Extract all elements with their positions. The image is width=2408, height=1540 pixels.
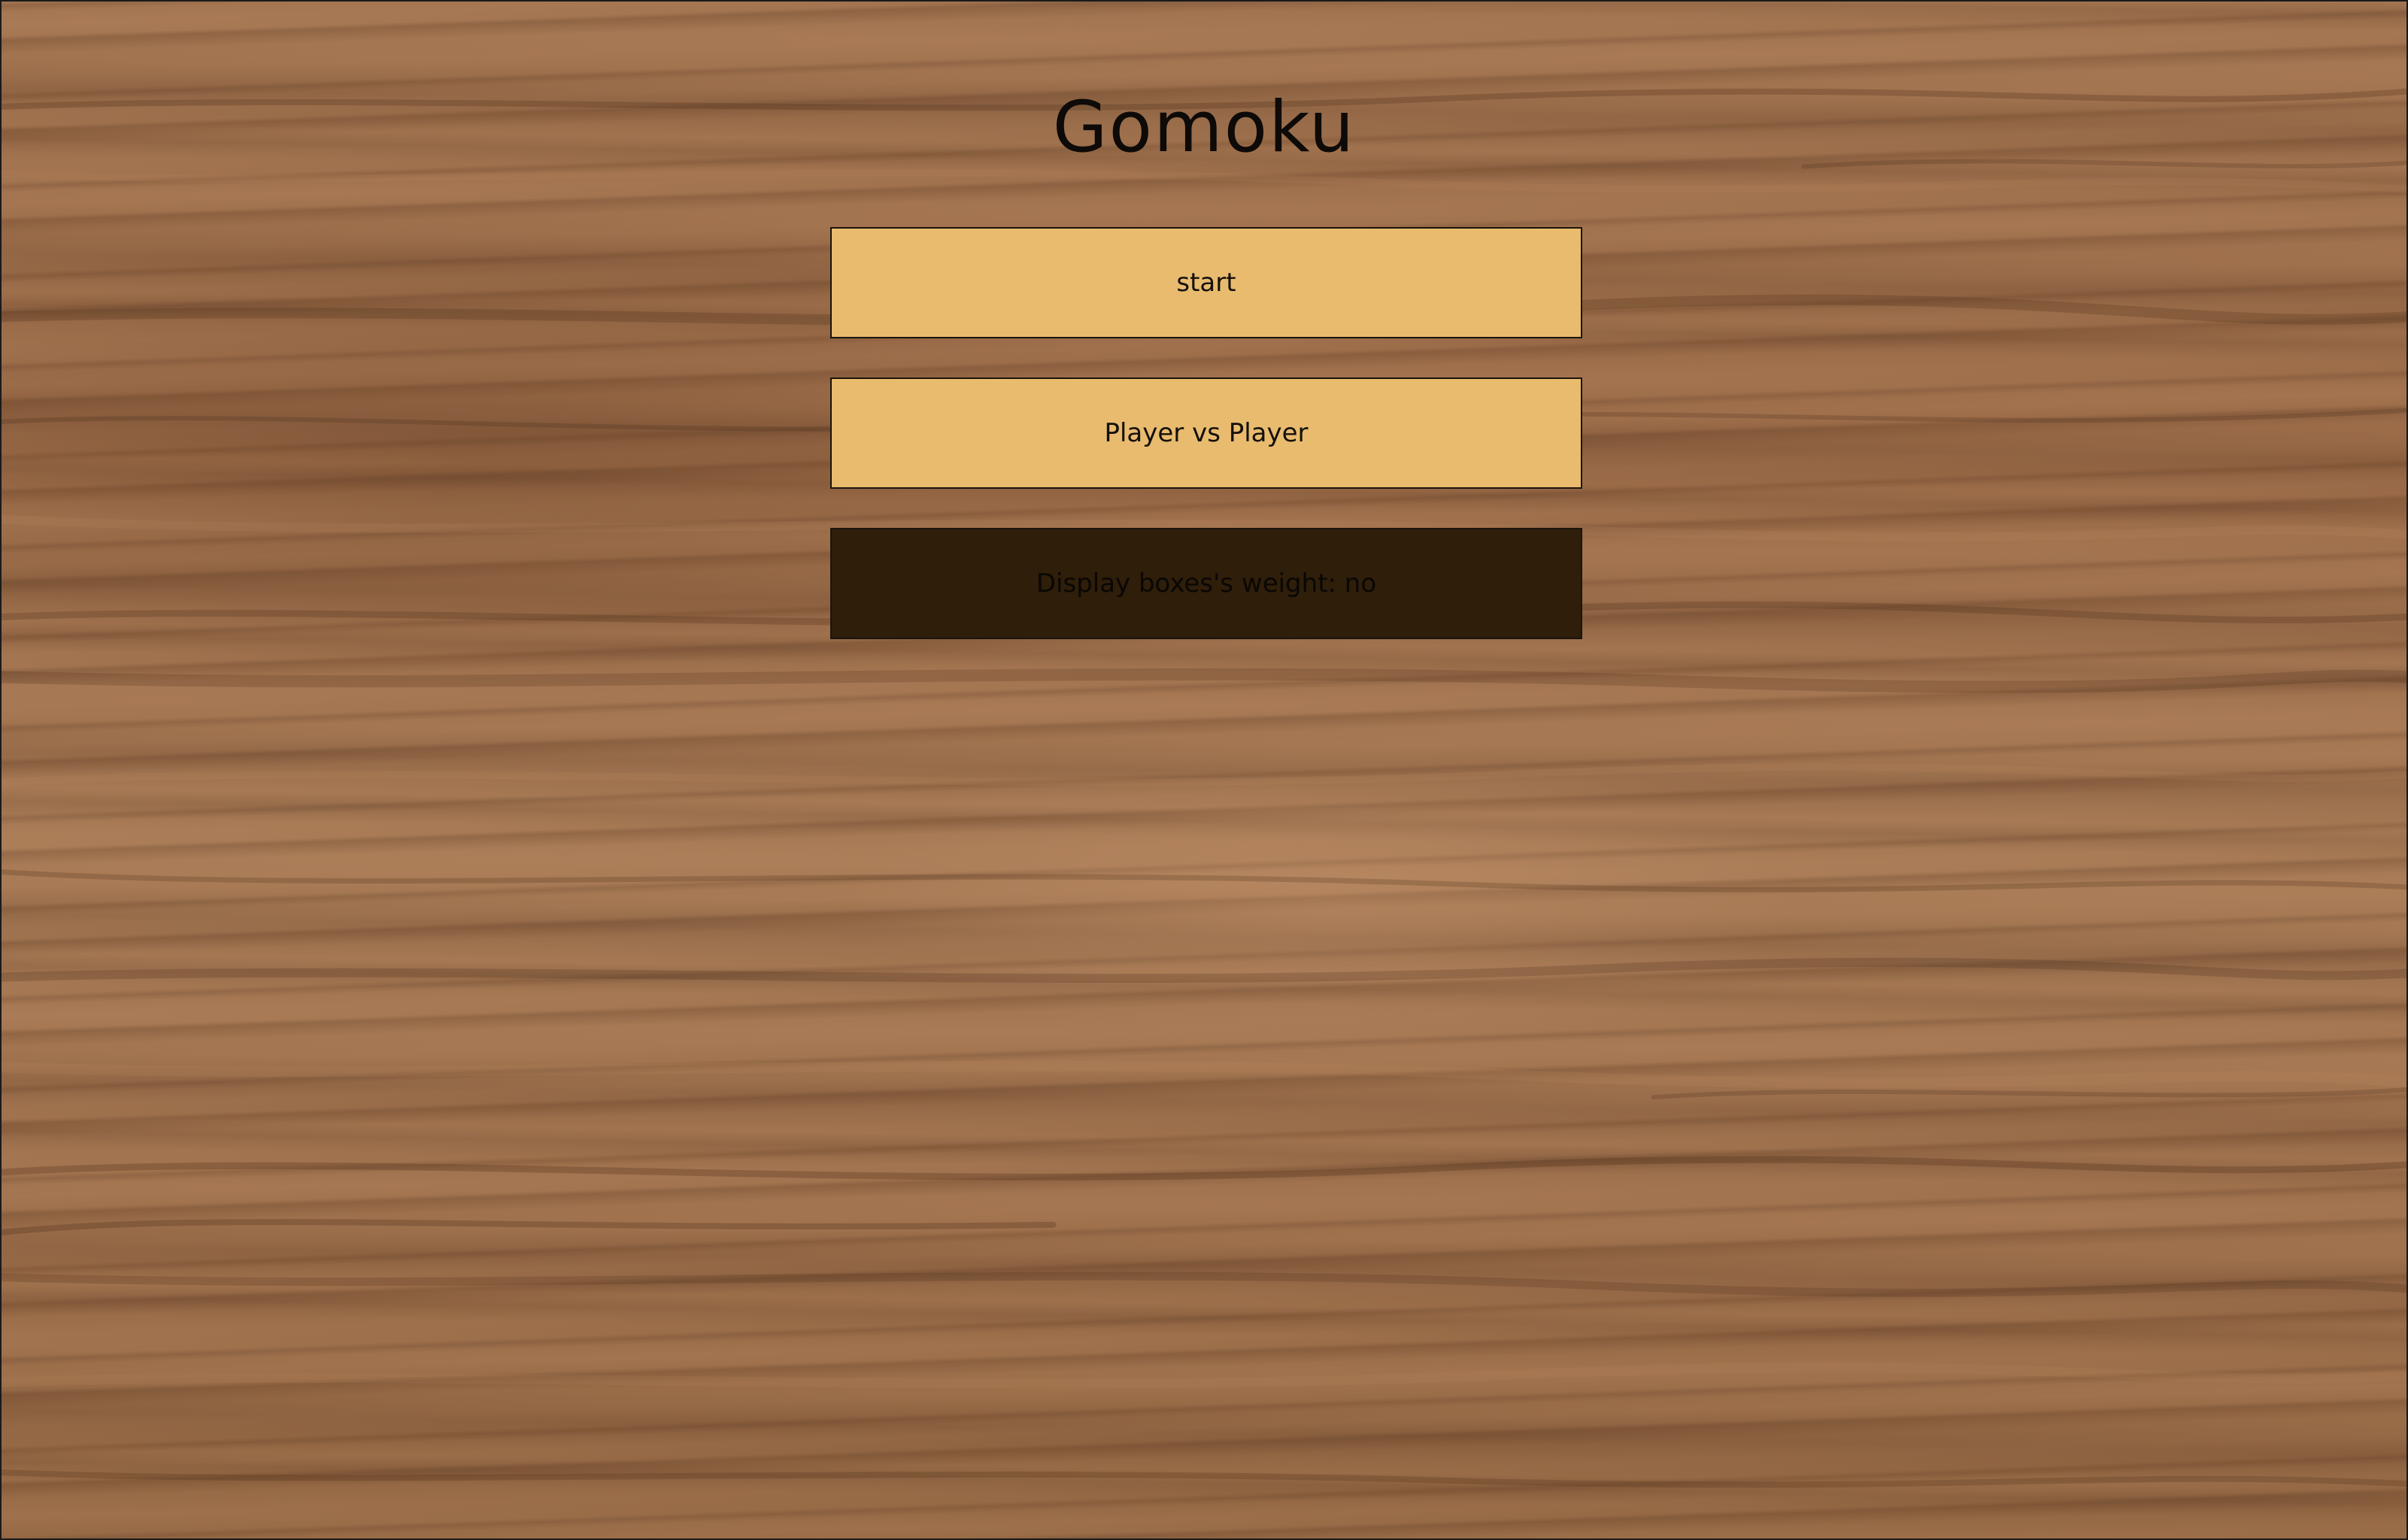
wood-background: Gomoku start Player vs Player Display bo… <box>0 0 2408 1540</box>
game-mode-button[interactable]: Player vs Player <box>830 377 1582 489</box>
display-weight-toggle-button[interactable]: Display boxes's weight: no <box>830 528 1582 639</box>
game-title: Gomoku <box>1052 86 1356 168</box>
start-button[interactable]: start <box>830 227 1582 338</box>
